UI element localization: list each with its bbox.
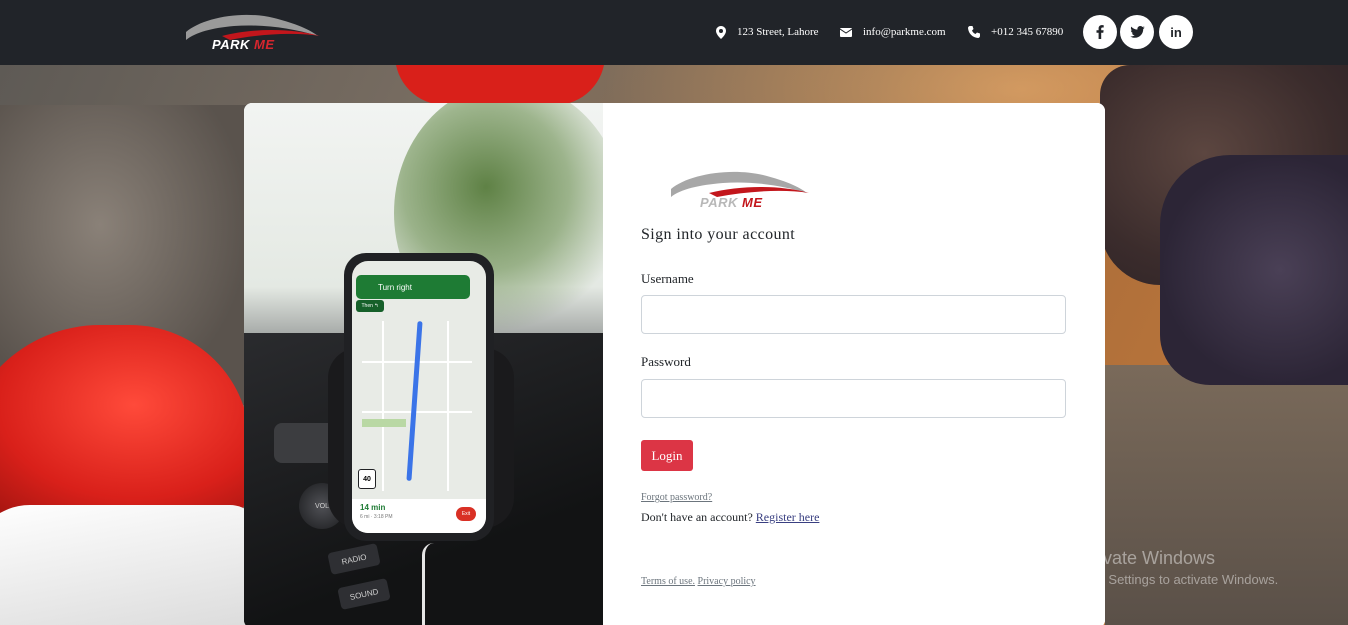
form-logo-text: PARK ME xyxy=(700,195,763,210)
top-navbar: PARK ME 123 Street, Lahore info@parkme.c… xyxy=(0,0,1348,65)
nav-banner: Turn right xyxy=(356,275,470,299)
logo-text-me: ME xyxy=(254,37,275,52)
contact-address-text: 123 Street, Lahore xyxy=(737,26,819,38)
nav-then-text: Then ↰ xyxy=(361,303,379,309)
no-account-text: Don't have an account? xyxy=(641,510,753,524)
map-road xyxy=(382,321,384,491)
photo-phone-screen: Turn right Then ↰ 40 14 min 6 mi · 3:18 … xyxy=(352,261,486,533)
map-road xyxy=(447,321,449,491)
facebook-button[interactable] xyxy=(1083,15,1117,49)
signin-title: Sign into your account xyxy=(641,226,796,243)
form-park-me-logo: PARK ME xyxy=(665,165,815,215)
photo-phone: Turn right Then ↰ 40 14 min 6 mi · 3:18 … xyxy=(344,253,494,541)
contact-email-text[interactable]: info@parkme.com xyxy=(863,26,946,38)
vol-label: VOL xyxy=(314,502,329,510)
register-link[interactable]: Register here xyxy=(756,510,820,524)
contact-phone: +012 345 67890 xyxy=(968,24,1063,40)
nav-eta-sub: 6 mi · 3:18 PM xyxy=(360,514,393,520)
phone-navigation-photo: VOL RADIO SOUND Turn right Then ↰ 40 14 … xyxy=(244,103,603,625)
register-line: Don't have an account? Register here xyxy=(641,510,819,525)
facebook-icon xyxy=(1096,25,1104,39)
radio-label: RADIO xyxy=(340,551,368,567)
phone-icon xyxy=(968,26,980,38)
username-input[interactable] xyxy=(641,295,1066,334)
twitter-button[interactable] xyxy=(1120,15,1154,49)
privacy-link[interactable]: Privacy policy xyxy=(698,576,756,587)
terms-link[interactable]: Terms of use. xyxy=(641,576,695,587)
bg-dark-car-2 xyxy=(1160,155,1348,385)
park-me-logo[interactable]: PARK ME xyxy=(182,10,322,56)
nav-exit: Exit xyxy=(456,507,476,521)
activate-windows-subtitle: Go to Settings to activate Windows. xyxy=(1073,572,1279,587)
login-form: PARK ME Sign into your account Username … xyxy=(603,103,1105,625)
nav-exit-label: Exit xyxy=(461,511,471,517)
login-button[interactable]: Login xyxy=(641,440,693,471)
nav-eta: 14 min xyxy=(360,503,386,512)
logo-text: PARK ME xyxy=(212,37,275,52)
password-input[interactable] xyxy=(641,379,1066,418)
nav-then: Then ↰ xyxy=(356,300,384,312)
login-card: VOL RADIO SOUND Turn right Then ↰ 40 14 … xyxy=(244,103,1105,625)
bg-red-car-top xyxy=(395,65,605,105)
map-route xyxy=(406,321,423,481)
form-logo-text-me: ME xyxy=(742,195,763,210)
linkedin-button[interactable]: in xyxy=(1159,15,1193,49)
forgot-password-link[interactable]: Forgot password? xyxy=(641,492,712,503)
password-label: Password xyxy=(641,354,691,369)
map-road xyxy=(362,411,472,413)
contact-email: info@parkme.com xyxy=(840,24,946,40)
map-marker-icon xyxy=(716,25,726,39)
speed-limit-value: 40 xyxy=(363,475,371,483)
contact-address: 123 Street, Lahore xyxy=(716,24,819,40)
envelope-icon xyxy=(840,27,852,37)
activate-windows-title: Activate Windows xyxy=(1073,548,1216,568)
nav-instruction: Turn right xyxy=(378,282,412,292)
logo-text-park: PARK xyxy=(212,37,250,52)
linkedin-icon: in xyxy=(1170,24,1182,40)
contact-phone-text[interactable]: +012 345 67890 xyxy=(991,26,1063,38)
nav-bottom-panel: 14 min 6 mi · 3:18 PM Exit xyxy=(352,499,486,533)
photo-cable xyxy=(422,543,434,625)
speed-limit-sign: 40 xyxy=(358,469,376,489)
map-park xyxy=(362,419,406,427)
terms-line: Terms of use. Privacy policy xyxy=(641,576,756,587)
bg-white-car xyxy=(0,505,260,625)
twitter-icon xyxy=(1129,26,1145,38)
sound-label: SOUND xyxy=(348,586,380,602)
username-label: Username xyxy=(641,271,694,286)
form-logo-text-park: PARK xyxy=(700,195,738,210)
